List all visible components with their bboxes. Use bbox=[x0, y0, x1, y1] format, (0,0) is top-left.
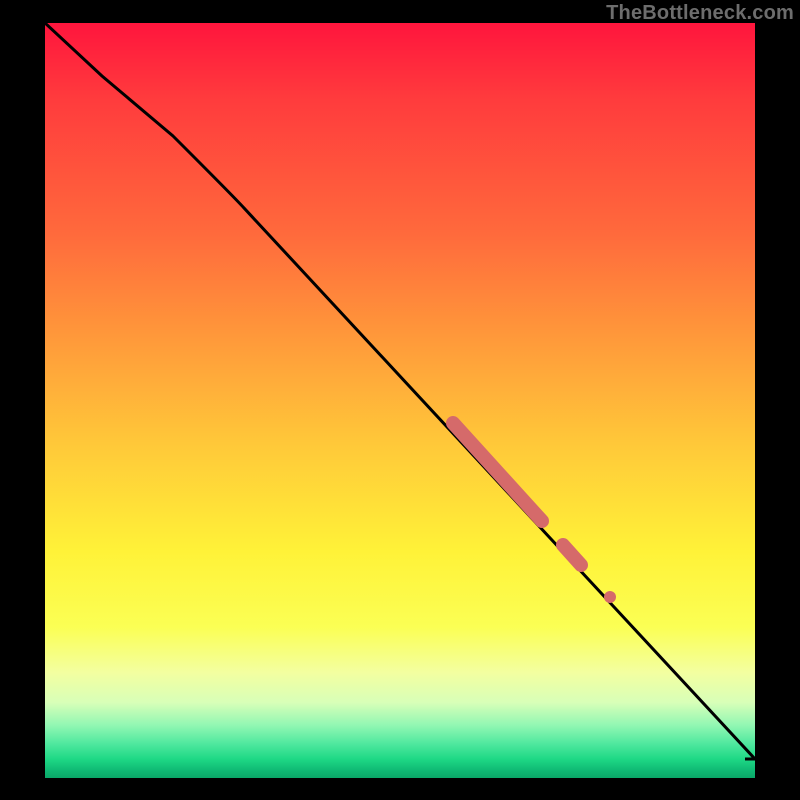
highlight-seg-1 bbox=[453, 423, 542, 521]
highlight-seg-2 bbox=[563, 545, 581, 565]
plot-area bbox=[45, 23, 755, 778]
highlight-dot bbox=[604, 591, 616, 603]
chart-stage: TheBottleneck.com bbox=[0, 0, 800, 800]
curve-layer bbox=[45, 23, 755, 778]
main-curve bbox=[45, 23, 755, 759]
attribution-text: TheBottleneck.com bbox=[606, 2, 794, 25]
